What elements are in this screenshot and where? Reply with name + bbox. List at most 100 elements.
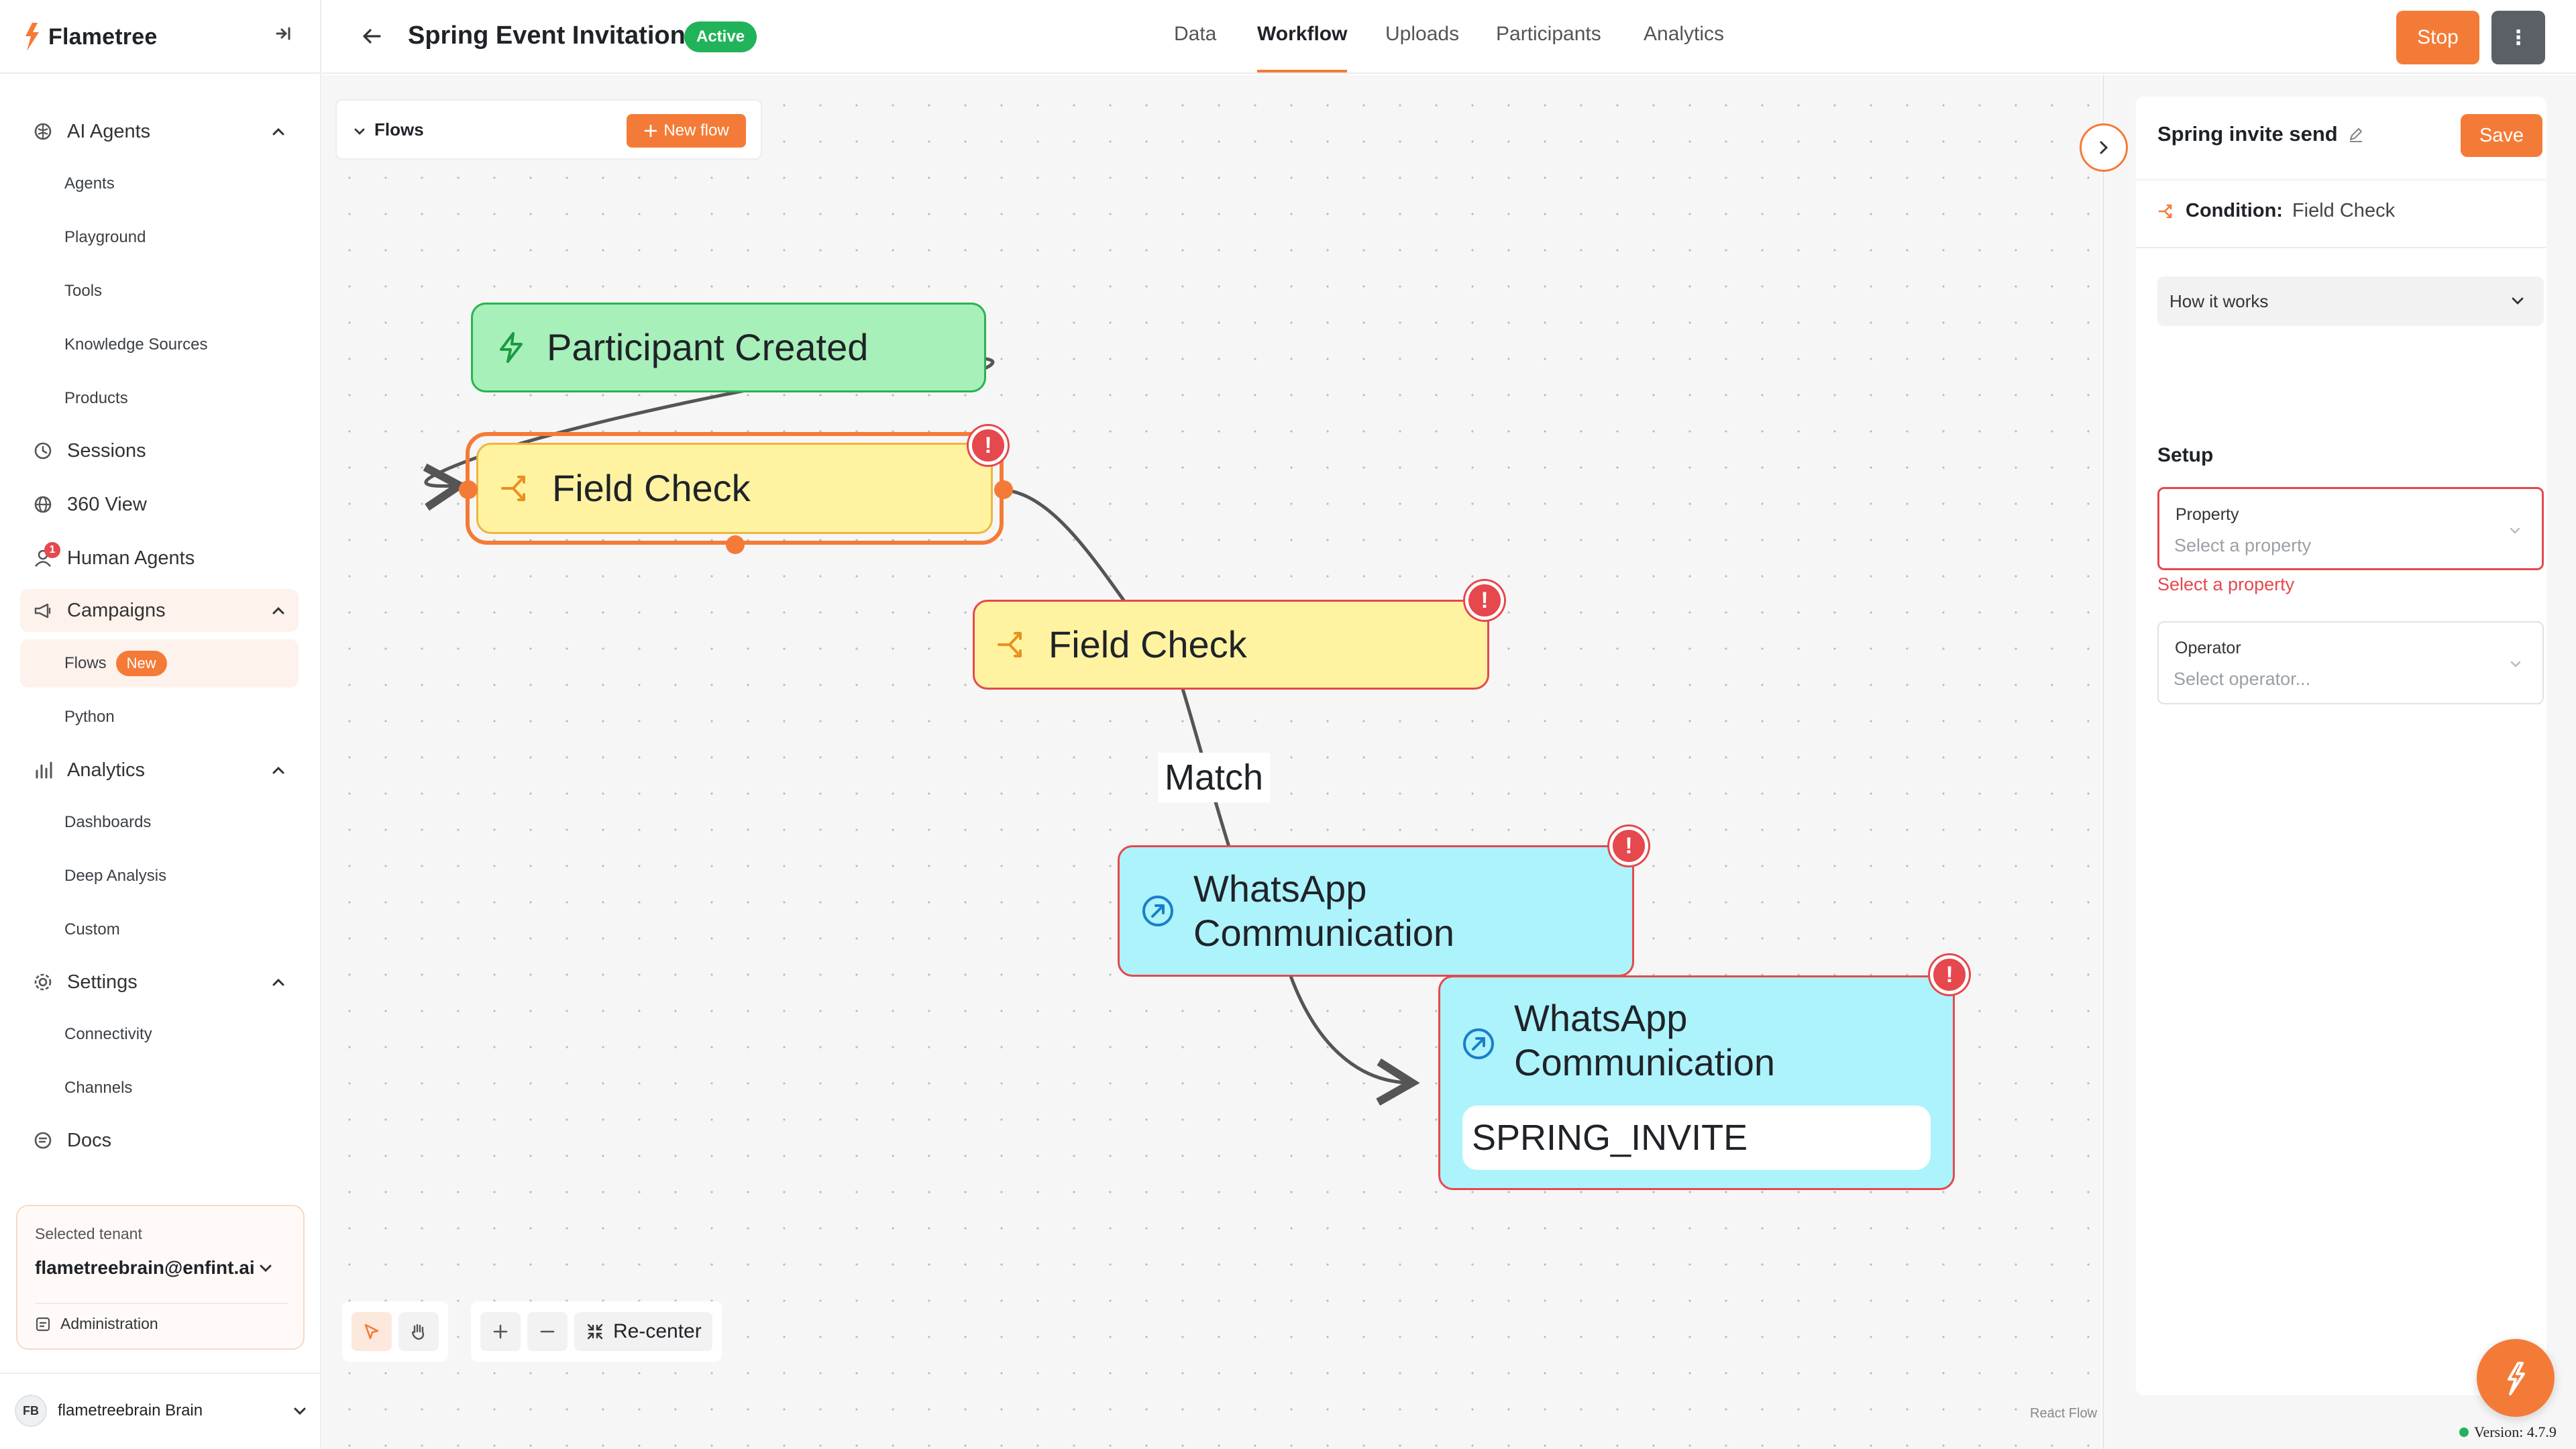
chevron-down-icon[interactable]: [352, 123, 368, 140]
react-flow-attribution[interactable]: React Flow: [2030, 1406, 2097, 1421]
plus-icon: [493, 1324, 508, 1339]
chevron-down-icon[interactable]: [256, 1258, 275, 1277]
node-field-check-selected[interactable]: Field Check: [476, 443, 993, 534]
user-name: flametreebrain Brain: [58, 1401, 203, 1419]
avatar: FB: [15, 1395, 47, 1427]
node-bottom-handle[interactable]: [726, 535, 745, 554]
condition-header: Condition: Field Check: [2157, 200, 2395, 222]
flows-panel: Flows New flow: [335, 99, 762, 160]
user-menu[interactable]: FB flametreebrain Brain: [15, 1394, 310, 1428]
edge-label-match[interactable]: Match: [1158, 753, 1271, 802]
node-participant-created[interactable]: Participant Created: [471, 303, 986, 392]
sidebar-item-tools[interactable]: Tools: [64, 278, 102, 305]
error-badge[interactable]: !: [1465, 581, 1504, 620]
save-button[interactable]: Save: [2461, 114, 2542, 157]
sidebar-item-playground[interactable]: Playground: [64, 224, 146, 251]
tab-analytics[interactable]: Analytics: [1644, 23, 1724, 72]
version-text: Version: 4.7.9: [2474, 1424, 2557, 1440]
nav-ai-agents[interactable]: AI Agents: [20, 110, 299, 153]
gear-icon: [31, 970, 55, 994]
nav-settings[interactable]: Settings: [20, 961, 299, 1004]
node-input-handle[interactable]: [459, 480, 478, 499]
node-output-handle[interactable]: [994, 480, 1013, 499]
admin-icon: [36, 1317, 50, 1331]
nav-campaigns[interactable]: Campaigns: [20, 589, 299, 632]
sidebar-item-knowledge-sources[interactable]: Knowledge Sources: [64, 331, 207, 358]
error-badge[interactable]: !: [1930, 955, 1969, 994]
nav-analytics[interactable]: Analytics: [20, 749, 299, 792]
sidebar-item-connectivity[interactable]: Connectivity: [64, 1021, 152, 1048]
administration-label: Administration: [60, 1315, 158, 1332]
tab-uploads[interactable]: Uploads: [1385, 23, 1459, 72]
back-arrow-icon[interactable]: [360, 24, 384, 48]
sidebar-item-products[interactable]: Products: [64, 385, 128, 412]
nav-label: AI Agents: [67, 120, 151, 142]
nav-label: Sessions: [67, 439, 146, 462]
edge-whatsapp-to-whatsapp[interactable]: [1289, 975, 1409, 1083]
tab-data[interactable]: Data: [1174, 23, 1216, 72]
pan-tool-button[interactable]: [398, 1312, 439, 1351]
sidebar-item-dashboards[interactable]: Dashboards: [64, 809, 151, 836]
canvas-zoom-toolbar: Re-center: [471, 1301, 722, 1362]
stop-button[interactable]: Stop: [2396, 11, 2479, 64]
collapse-sidebar-button[interactable]: [271, 21, 295, 46]
plus-icon: [645, 124, 657, 138]
node-field-check[interactable]: Field Check: [973, 600, 1489, 690]
nav-sessions[interactable]: Sessions: [20, 429, 299, 472]
nav-360-view[interactable]: 360 View: [20, 483, 299, 526]
zoom-out-button[interactable]: [527, 1312, 568, 1351]
node-whatsapp-communication[interactable]: WhatsApp Communication: [1118, 845, 1634, 977]
more-options-button[interactable]: ⋮: [2491, 11, 2545, 64]
sidebar-item-custom[interactable]: Custom: [64, 916, 120, 943]
select-tool-button[interactable]: [352, 1312, 392, 1351]
sidebar-item-agents[interactable]: Agents: [64, 170, 115, 197]
arrow-up-right-circle-icon: [1142, 896, 1173, 926]
docs-icon: [31, 1128, 55, 1152]
chevron-down-icon: [294, 1407, 306, 1415]
how-it-works-label: How it works: [2169, 290, 2269, 311]
tenant-divider: [35, 1303, 288, 1304]
setup-heading: Setup: [2157, 444, 2214, 466]
sidebar-item-flows[interactable]: Flows New: [64, 650, 167, 677]
workflow-canvas[interactable]: Flows New flow Participant Created Field…: [322, 75, 2101, 1449]
toggle-panel-button[interactable]: [2080, 123, 2128, 172]
tab-participants[interactable]: Participants: [1496, 23, 1601, 72]
flows-title: Flows: [374, 119, 424, 140]
tab-workflow[interactable]: Workflow: [1257, 23, 1348, 72]
property-error-message: Select a property: [2157, 574, 2295, 594]
version-info: Version: 4.7.9: [2459, 1424, 2557, 1441]
new-flow-label: New flow: [663, 121, 729, 140]
new-flow-button[interactable]: New flow: [627, 114, 746, 148]
node-title: WhatsApp Communication: [1193, 867, 1455, 954]
tenant-select[interactable]: flametreebrain@enfint.ai: [35, 1257, 255, 1279]
brand[interactable]: Flametree: [20, 20, 157, 54]
nav-label: Analytics: [67, 759, 146, 781]
sidebar-item-channels[interactable]: Channels: [64, 1075, 132, 1102]
nav-label: 360 View: [67, 493, 147, 515]
top-header: Spring Event Invitations Active Data Wor…: [322, 0, 2576, 74]
error-badge[interactable]: !: [1609, 826, 1648, 865]
brain-icon: [31, 119, 55, 144]
property-input[interactable]: [2174, 532, 2489, 559]
assistant-chat-button[interactable]: [2477, 1339, 2555, 1417]
pencil-icon[interactable]: [2347, 125, 2365, 143]
sidebar-item-deep-analysis[interactable]: Deep Analysis: [64, 863, 166, 890]
chevron-up-icon: [272, 606, 284, 614]
administration-link[interactable]: Administration: [35, 1315, 158, 1333]
nav-docs[interactable]: Docs: [20, 1119, 299, 1162]
sidebar-item-label: Flows: [64, 654, 107, 672]
operator-select[interactable]: Operator: [2157, 621, 2544, 704]
chevron-down-icon: [2510, 527, 2520, 534]
cursor-icon: [364, 1324, 379, 1340]
zoom-in-button[interactable]: [480, 1312, 521, 1351]
property-select[interactable]: Property: [2157, 487, 2544, 570]
lightning-icon: [500, 332, 523, 363]
operator-input[interactable]: [2174, 665, 2489, 692]
how-it-works-accordion[interactable]: How it works: [2157, 276, 2544, 326]
sidebar-item-python[interactable]: Python: [64, 704, 115, 731]
recenter-button[interactable]: Re-center: [574, 1312, 712, 1351]
chevron-up-icon: [272, 766, 284, 774]
nav-human-agents[interactable]: 1 Human Agents: [20, 537, 299, 580]
nav-label: Campaigns: [67, 599, 166, 621]
error-badge[interactable]: !: [969, 426, 1008, 465]
